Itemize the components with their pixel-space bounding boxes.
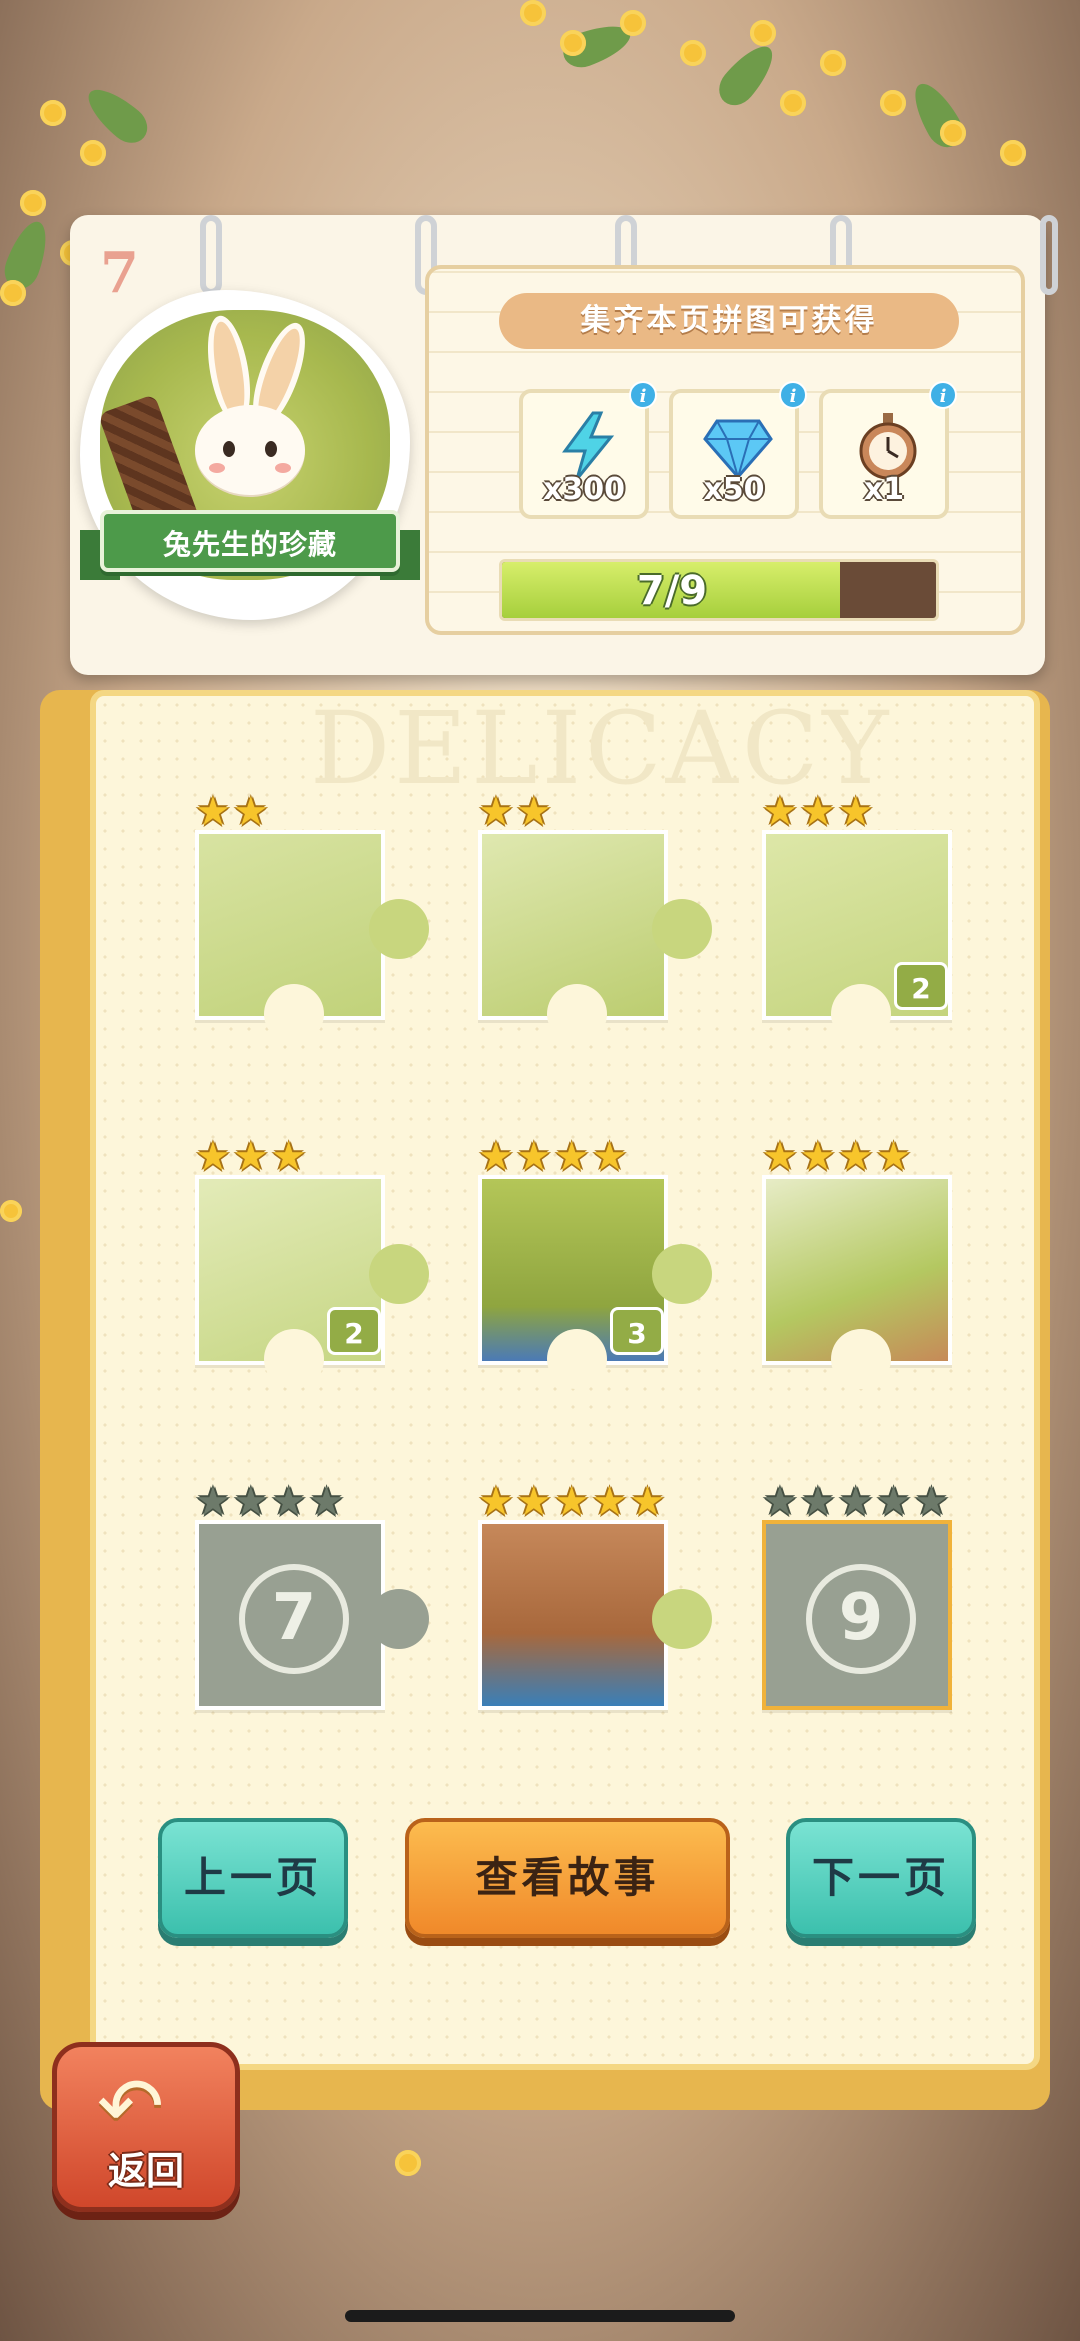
back-button[interactable]: ↶ 返回 bbox=[52, 2042, 240, 2212]
star-icon: ★ bbox=[837, 1134, 874, 1180]
falling-blossom bbox=[0, 1200, 22, 1222]
piece-star-rating: ★ ★ ★ ★ bbox=[478, 1137, 627, 1177]
star-icon: ★ bbox=[270, 1479, 307, 1525]
locked-piece-number: 9 bbox=[806, 1564, 916, 1674]
piece-count-badge: 2 bbox=[894, 962, 948, 1010]
star-icon: ★ bbox=[762, 1479, 798, 1525]
star-icon: ★ bbox=[478, 789, 514, 835]
star-icon: ★ bbox=[875, 1134, 912, 1180]
piece-star-rating: ★ ★ ★ ★ bbox=[762, 1137, 911, 1177]
binder-ring bbox=[200, 215, 222, 295]
star-icon: ★ bbox=[762, 789, 798, 835]
piece-star-rating: ★ ★ ★ ★ ★ bbox=[762, 1482, 949, 1522]
piece-star-rating: ★ ★ ★ bbox=[195, 1137, 307, 1177]
puzzle-piece-art bbox=[482, 1524, 664, 1706]
star-icon: ★ bbox=[195, 1479, 231, 1525]
puzzle-piece[interactable]: 2 ★ ★ ★ bbox=[195, 1137, 429, 1389]
star-icon: ★ bbox=[478, 1479, 514, 1525]
star-icon: ★ bbox=[232, 789, 269, 835]
info-icon[interactable]: i bbox=[929, 381, 957, 409]
piece-star-rating: ★ ★ bbox=[195, 792, 269, 832]
puzzle-piece[interactable]: ★ ★ bbox=[195, 792, 429, 1044]
star-icon: ★ bbox=[232, 1134, 269, 1180]
diamond-gem-icon bbox=[703, 419, 773, 481]
star-icon: ★ bbox=[515, 1479, 552, 1525]
back-label: 返回 bbox=[107, 2149, 184, 2193]
next-page-button[interactable]: 下一页 bbox=[786, 1818, 976, 1938]
star-icon: ★ bbox=[553, 1479, 590, 1525]
info-icon[interactable]: i bbox=[779, 381, 807, 409]
star-icon: ★ bbox=[308, 1479, 345, 1525]
reward-qty: x300 bbox=[543, 472, 625, 507]
collection-progress-bar: 7/9 bbox=[499, 559, 939, 621]
star-icon: ★ bbox=[799, 1479, 836, 1525]
piece-star-rating: ★ ★ ★ ★ bbox=[195, 1482, 344, 1522]
star-icon: ★ bbox=[875, 1479, 912, 1525]
star-icon: ★ bbox=[591, 1134, 628, 1180]
star-icon: ★ bbox=[629, 1479, 666, 1525]
puzzle-piece-locked[interactable]: 7 ★ ★ ★ ★ bbox=[195, 1482, 429, 1710]
locked-piece-number: 7 bbox=[239, 1564, 349, 1674]
star-icon: ★ bbox=[515, 789, 552, 835]
view-story-button[interactable]: 查看故事 bbox=[405, 1818, 730, 1938]
star-icon: ★ bbox=[515, 1134, 552, 1180]
home-indicator bbox=[345, 2310, 735, 2322]
star-icon: ★ bbox=[591, 1479, 628, 1525]
reward-diamond[interactable]: x50 i bbox=[669, 381, 807, 519]
back-arrow-icon: ↶ bbox=[97, 2060, 165, 2153]
piece-star-rating: ★ ★ ★ bbox=[762, 792, 874, 832]
star-icon: ★ bbox=[232, 1479, 269, 1525]
piece-count-badge: 3 bbox=[610, 1307, 664, 1355]
progress-text: 7/9 bbox=[636, 568, 708, 614]
binder-ring bbox=[1040, 215, 1058, 295]
piece-count-badge: 2 bbox=[327, 1307, 381, 1355]
star-icon: ★ bbox=[837, 789, 874, 835]
puzzle-piece[interactable]: ★ ★ ★ ★ bbox=[762, 1137, 952, 1389]
puzzle-piece[interactable]: 2 ★ ★ ★ bbox=[762, 792, 952, 1044]
osmanthus-branch-top bbox=[500, 0, 1060, 200]
reward-energy[interactable]: x300 i bbox=[519, 381, 657, 519]
star-icon: ★ bbox=[762, 1134, 798, 1180]
lightning-energy-icon bbox=[562, 411, 615, 480]
prev-page-button[interactable]: 上一页 bbox=[158, 1818, 348, 1938]
star-icon: ★ bbox=[195, 1134, 231, 1180]
reward-qty: x50 bbox=[703, 472, 765, 507]
puzzle-piece[interactable]: ★ ★ bbox=[478, 792, 712, 1044]
rewards-panel: 集齐本页拼图可获得 x300 i x50 i x1 i 7/9 bbox=[425, 265, 1025, 635]
reward-stopwatch[interactable]: x1 i bbox=[819, 381, 957, 519]
star-icon: ★ bbox=[837, 1479, 874, 1525]
reward-qty: x1 bbox=[863, 472, 905, 507]
puzzle-piece[interactable]: ★ ★ ★ ★ ★ bbox=[478, 1482, 712, 1710]
star-icon: ★ bbox=[195, 789, 231, 835]
puzzle-piece[interactable]: 3 ★ ★ ★ ★ bbox=[478, 1137, 712, 1389]
piece-star-rating: ★ ★ ★ ★ ★ bbox=[478, 1482, 665, 1522]
rewards-title: 集齐本页拼图可获得 bbox=[499, 293, 959, 349]
falling-blossom bbox=[395, 2150, 421, 2176]
star-icon: ★ bbox=[799, 1134, 836, 1180]
star-icon: ★ bbox=[799, 789, 836, 835]
collection-title: 兔先生的珍藏 bbox=[100, 510, 400, 572]
star-icon: ★ bbox=[553, 1134, 590, 1180]
stopwatch-icon bbox=[859, 413, 917, 480]
puzzle-piece-locked[interactable]: 9 ★ ★ ★ ★ ★ bbox=[762, 1482, 952, 1710]
page-number: 7 bbox=[100, 240, 139, 306]
info-icon[interactable]: i bbox=[629, 381, 657, 409]
piece-star-rating: ★ ★ bbox=[478, 792, 552, 832]
star-icon: ★ bbox=[913, 1479, 950, 1525]
star-icon: ★ bbox=[478, 1134, 514, 1180]
star-icon: ★ bbox=[270, 1134, 307, 1180]
